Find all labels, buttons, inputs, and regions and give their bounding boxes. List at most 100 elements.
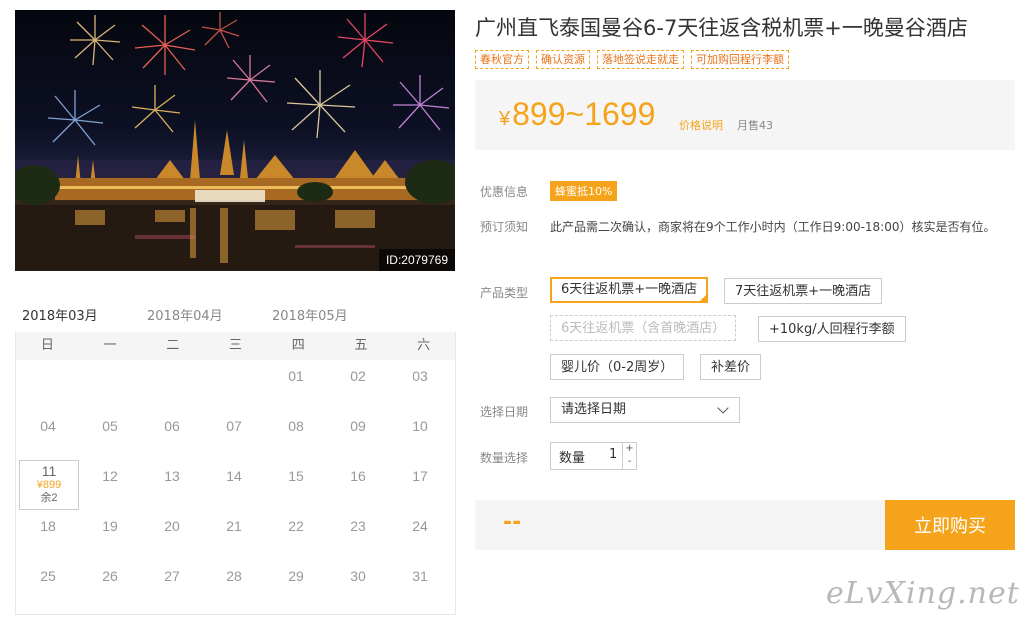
calendar-day-number: 06 — [164, 418, 180, 434]
purchase-bar: -- 立即购买 — [475, 500, 1015, 550]
calendar-day: 10 — [391, 416, 449, 464]
chevron-down-icon — [717, 402, 729, 414]
option-label: +10kg/人回程行李额 — [769, 322, 895, 337]
calendar-day-number: 30 — [350, 568, 366, 584]
calendar-day-number: 08 — [288, 418, 304, 434]
weekday-label: 一 — [103, 338, 117, 353]
calendar-day-number: 03 — [412, 368, 428, 384]
option-label: 补差价 — [711, 360, 751, 375]
calendar-day: 01 — [267, 366, 325, 414]
price-range: ¥899~1699 — [499, 96, 655, 133]
calendar-day: 09 — [329, 416, 387, 464]
weekday-label: 三 — [229, 338, 243, 353]
calendar-day: 28 — [205, 566, 263, 614]
image-id-label: ID:2079769 — [378, 249, 455, 271]
calendar-day: 30 — [329, 566, 387, 614]
option-7day-hotel[interactable]: 7天往返机票+一晚酒店 — [724, 278, 883, 304]
calendar-day[interactable]: 11 ¥899 余2 — [19, 460, 79, 510]
option-infant-price[interactable]: 婴儿价（0-2周岁） — [550, 354, 685, 380]
product-tags: 春秋官方 确认资源 落地签说走就走 可加购回程行李额 — [475, 50, 789, 69]
calendar-day-number: 15 — [288, 468, 304, 484]
quantity-label: 数量选择 — [480, 451, 529, 465]
price-explain-link[interactable]: 价格说明 — [679, 117, 723, 133]
weekday-label: 六 — [417, 338, 431, 353]
product-title: 广州直飞泰国曼谷6-7天往返含税机票+一晚曼谷酒店 — [475, 16, 968, 40]
calendar-day-number: 05 — [102, 418, 118, 434]
calendar-day: 03 — [391, 366, 449, 414]
option-extra-luggage[interactable]: +10kg/人回程行李额 — [758, 316, 906, 342]
quantity-minus-button[interactable]: - — [622, 456, 636, 469]
quantity-input[interactable]: 1 — [609, 447, 617, 462]
calendar-month-tabs: 2018年03月 2018年04月 2018年05月 — [15, 303, 455, 335]
quantity-field-label: 数量 — [559, 451, 586, 466]
notice-text: 此产品需二次确认，商家将在9个工作小时内（工作日9:00-18:00）核实是否有… — [550, 220, 996, 234]
tag-badge: 春秋官方 — [475, 50, 529, 69]
tab-month-2[interactable]: 2018年04月 — [140, 303, 230, 332]
calendar-day: 02 — [329, 366, 387, 414]
calendar-day: 13 — [143, 466, 201, 514]
total-price: -- — [503, 510, 522, 535]
weekday-label: 日 — [40, 338, 54, 353]
calendar-day-number: 21 — [226, 518, 242, 534]
option-label: 7天往返机票+一晚酒店 — [735, 284, 872, 299]
calendar-day: 24 — [391, 516, 449, 564]
date-select-label: 选择日期 — [480, 405, 529, 419]
calendar-day-number: 24 — [412, 518, 428, 534]
calendar-day: 23 — [329, 516, 387, 564]
calendar-day: 17 — [391, 466, 449, 514]
selected-corner-icon — [698, 293, 709, 303]
monthly-sales: 月售43 — [737, 119, 773, 132]
buy-now-button[interactable]: 立即购买 — [885, 500, 1015, 550]
calendar-day: 15 — [267, 466, 325, 514]
tab-month-1[interactable]: 2018年03月 — [15, 303, 105, 335]
promo-badge: 蜂蜜抵10% — [550, 181, 618, 201]
calendar-day-number: 19 — [102, 518, 118, 534]
calendar-day: 06 — [143, 416, 201, 464]
calendar-day: 14 — [205, 466, 263, 514]
calendar-day-number: 02 — [350, 368, 366, 384]
calendar-day-number: 11 — [41, 463, 57, 479]
calendar-day-remaining: 余2 — [40, 492, 58, 504]
price-panel: ¥899~1699 价格说明 月售43 — [475, 80, 1015, 150]
calendar-day-number: 18 — [40, 518, 56, 534]
tag-badge: 确认资源 — [536, 50, 590, 69]
calendar-day-number: 28 — [226, 568, 242, 584]
fireworks-temple-scene — [15, 12, 455, 271]
calendar-day-number: 16 — [350, 468, 366, 484]
calendar-day-number: 13 — [164, 468, 180, 484]
calendar-day: 27 — [143, 566, 201, 614]
calendar-day-number: 26 — [102, 568, 118, 584]
calendar-day-number: 17 — [412, 468, 428, 484]
calendar-weekday-header: 日 一 二 三 四 五 六 — [16, 332, 455, 360]
calendar-day-number: 31 — [412, 568, 428, 584]
date-select-dropdown[interactable]: 请选择日期 — [550, 397, 740, 423]
tab-month-3[interactable]: 2018年05月 — [265, 303, 355, 332]
calendar-day-number: 12 — [102, 468, 118, 484]
option-label: 婴儿价（0-2周岁） — [561, 360, 674, 375]
quantity-plus-button[interactable]: + — [622, 443, 636, 457]
calendar-day-number: 09 — [350, 418, 366, 434]
calendar-day: 26 — [81, 566, 139, 614]
calendar-day-number: 22 — [288, 518, 304, 534]
calendar-day-number: 01 — [288, 368, 304, 384]
calendar-day: 21 — [205, 516, 263, 564]
price-value: 899~1699 — [512, 96, 656, 132]
calendar-day: 29 — [267, 566, 325, 614]
date-select-value: 请选择日期 — [561, 402, 627, 417]
calendar-day-number: 27 — [164, 568, 180, 584]
calendar-day-number: 10 — [412, 418, 428, 434]
calendar-day-number: 23 — [350, 518, 366, 534]
calendar-day-price: ¥899 — [36, 479, 62, 491]
calendar-day: 22 — [267, 516, 325, 564]
weekday-label: 五 — [354, 338, 368, 353]
option-label: 6天往返机票（含首晚酒店） — [561, 321, 726, 336]
weekday-label: 二 — [166, 338, 180, 353]
calendar: 日 一 二 三 四 五 六 01 02 03 04 05 06 07 08 09 10 11 ¥899… — [15, 332, 456, 615]
currency-symbol: ¥ — [499, 108, 511, 130]
quantity-stepper: 数量 1 + - — [550, 442, 637, 470]
option-6day-first-night[interactable]: 6天往返机票（含首晚酒店） — [550, 315, 737, 341]
option-6day-hotel[interactable]: 6天往返机票+一晚酒店 — [550, 277, 709, 303]
calendar-day: 08 — [267, 416, 325, 464]
option-price-difference[interactable]: 补差价 — [700, 354, 762, 380]
calendar-day: 07 — [205, 416, 263, 464]
